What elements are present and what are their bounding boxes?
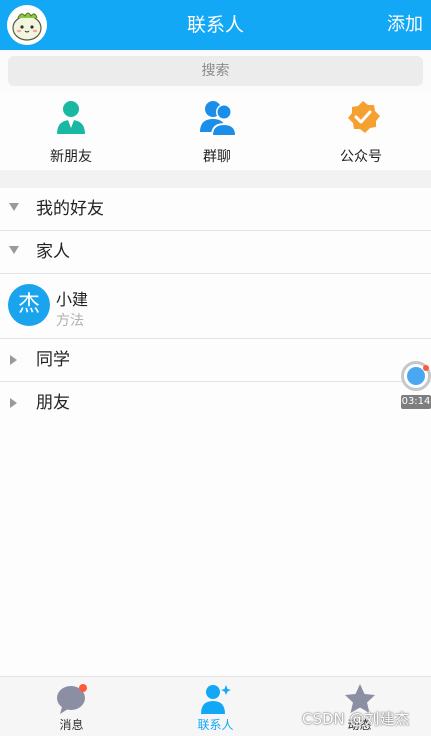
search-input[interactable]: 搜索	[8, 56, 423, 86]
collapsed-arrow-icon	[10, 355, 17, 365]
tab-label: 消息	[59, 718, 84, 732]
contact-item[interactable]: 杰 小建 方法	[0, 274, 431, 339]
group-name: 我的好友	[36, 199, 104, 219]
shortcut-group-chat[interactable]: 群聊	[162, 92, 272, 170]
top-bar: 联系人 添加	[0, 0, 431, 50]
verified-badge-icon	[348, 101, 380, 133]
shortcut-official-accounts[interactable]: 公众号	[306, 92, 416, 170]
expanded-arrow-icon	[9, 203, 19, 211]
floating-timer: 03:14	[401, 395, 431, 409]
search-section: 搜索	[0, 50, 431, 92]
collapsed-arrow-icon	[10, 398, 17, 408]
group-family[interactable]: 家人	[0, 231, 431, 274]
group-classmates[interactable]: 同学	[0, 339, 431, 382]
group-name: 家人	[36, 242, 70, 262]
section-divider	[0, 170, 431, 188]
tab-contacts[interactable]: 联系人	[144, 677, 287, 736]
notification-dot	[423, 365, 429, 371]
group-friends[interactable]: 朋友	[0, 382, 431, 425]
shortcut-label: 公众号	[340, 149, 382, 165]
expanded-arrow-icon	[9, 246, 19, 254]
tab-messages[interactable]: 消息	[0, 677, 143, 736]
shortcut-new-friends[interactable]: 新朋友	[16, 92, 126, 170]
floating-ball-icon	[407, 367, 425, 385]
floating-ball-widget[interactable]	[401, 361, 431, 391]
watermark-text: CSDN @刘建杰	[302, 710, 410, 728]
group-icon	[200, 101, 237, 136]
contact-avatar: 杰	[8, 284, 50, 326]
group-my-friends[interactable]: 我的好友	[0, 188, 431, 231]
group-name: 同学	[36, 350, 70, 370]
person-icon	[57, 101, 85, 134]
contact-signature: 方法	[56, 313, 84, 329]
contact-name: 小建	[56, 290, 89, 309]
contacts-icon	[201, 685, 231, 714]
shortcut-row: 新朋友 群聊 公众号	[0, 92, 431, 170]
add-button[interactable]: 添加	[387, 0, 423, 50]
shortcut-label: 群聊	[203, 149, 231, 165]
page-title: 联系人	[186, 14, 244, 36]
shortcut-label: 新朋友	[50, 149, 92, 165]
group-name: 朋友	[36, 393, 70, 413]
message-bubble-icon	[57, 684, 87, 714]
tab-label: 联系人	[197, 718, 234, 732]
